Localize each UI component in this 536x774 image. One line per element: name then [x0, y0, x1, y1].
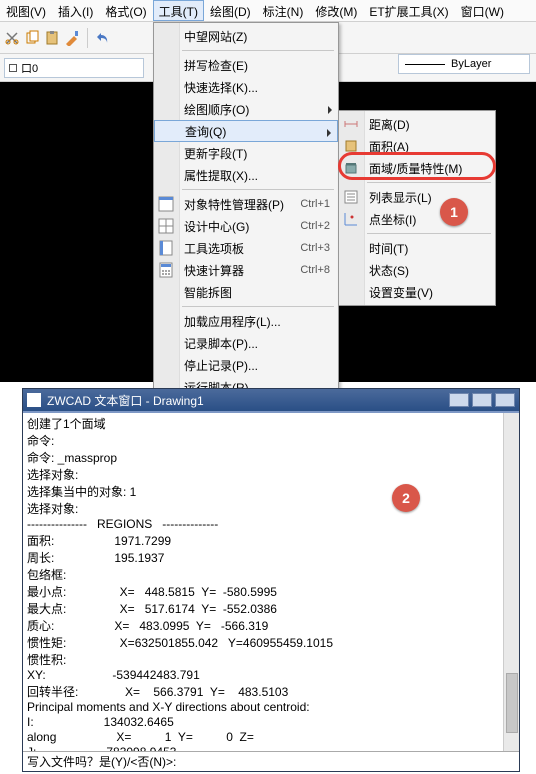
- menu-view[interactable]: 视图(V): [0, 0, 52, 21]
- paste-icon[interactable]: [44, 30, 60, 46]
- toolbar-help: ?: [350, 28, 356, 42]
- menu-dim[interactable]: 标注(N): [257, 0, 310, 21]
- output-line: 惯性矩: X=632501855.042 Y=460955459.1015: [27, 636, 333, 650]
- menu-tools[interactable]: 工具(T): [153, 0, 204, 21]
- design-center-icon: [158, 218, 174, 234]
- menu-draworder[interactable]: 绘图顺序(O): [154, 98, 338, 120]
- text-window-body[interactable]: 创建了1个面域 命令: 命令: _massprop 选择对象: 选择集当中的对象…: [23, 411, 519, 751]
- cut-icon[interactable]: [4, 30, 20, 46]
- callout-bullet-1: 1: [440, 198, 468, 226]
- menu-more[interactable]: [510, 0, 522, 21]
- minimize-button[interactable]: [449, 393, 469, 407]
- tools-dropdown: 中望网站(Z) 拼写检查(E) 快速选择(K)... 绘图顺序(O) 查询(Q)…: [153, 22, 339, 401]
- area-icon: [343, 138, 359, 154]
- menu-setvar[interactable]: 设置变量(V): [339, 281, 495, 303]
- matchprop-icon[interactable]: [64, 30, 80, 46]
- menu-modify[interactable]: 修改(M): [309, 0, 363, 21]
- menu-massprop[interactable]: 面域/质量特性(M): [339, 157, 495, 179]
- maximize-button[interactable]: [472, 393, 492, 407]
- massprop-icon: [343, 160, 359, 176]
- layer-combo[interactable]: 口0: [4, 58, 144, 78]
- menu-window[interactable]: 窗口(W): [455, 0, 510, 21]
- menu-record-script[interactable]: 记录脚本(P)...: [154, 332, 338, 354]
- menu-status[interactable]: 状态(S): [339, 259, 495, 281]
- scrollbar-vertical[interactable]: [503, 413, 519, 751]
- menu-stop-record[interactable]: 停止记录(P)...: [154, 354, 338, 376]
- menu-properties[interactable]: 对象特性管理器(P)Ctrl+1: [154, 193, 338, 215]
- output-line: Principal moments and X-Y directions abo…: [27, 700, 310, 714]
- output-line: J: 783098.9453: [27, 745, 176, 751]
- linetype-preview: [405, 64, 445, 65]
- chevron-right-icon: [327, 129, 331, 137]
- menu-design-center[interactable]: 设计中心(G)Ctrl+2: [154, 215, 338, 237]
- menu-format[interactable]: 格式(O): [99, 0, 152, 21]
- menu-attr-extract[interactable]: 属性提取(X)...: [154, 164, 338, 186]
- text-window-title: ZWCAD 文本窗口 - Drawing1: [47, 392, 204, 409]
- calc-icon: [158, 262, 174, 278]
- linetype-combo[interactable]: ByLayer: [398, 54, 530, 74]
- menu-inquiry[interactable]: 查询(Q): [154, 120, 338, 142]
- menu-etext[interactable]: ET扩展工具(X): [363, 0, 454, 21]
- menu-quickselect[interactable]: 快速选择(K)...: [154, 76, 338, 98]
- output-line: 面积: 1971.7299: [27, 534, 171, 548]
- undo-icon[interactable]: [95, 30, 111, 46]
- close-button[interactable]: [495, 393, 515, 407]
- output-line: --------------- REGIONS --------------: [27, 517, 218, 531]
- list-icon: [343, 189, 359, 205]
- copy-icon[interactable]: [24, 30, 40, 46]
- point-id-icon: [343, 211, 359, 227]
- menu-zw-website[interactable]: 中望网站(Z): [154, 25, 338, 47]
- menu-id-point[interactable]: 点坐标(I): [339, 208, 495, 230]
- output-line: 惯性积:: [27, 653, 66, 667]
- output-line: 周长: 195.1937: [27, 551, 164, 565]
- menu-distance[interactable]: 距离(D): [339, 113, 495, 135]
- text-window: ZWCAD 文本窗口 - Drawing1 创建了1个面域 命令: 命令: _m…: [22, 388, 520, 772]
- layer-name: 口0: [21, 60, 38, 76]
- menu-draw[interactable]: 绘图(D): [204, 0, 257, 21]
- distance-icon: [343, 116, 359, 132]
- menu-update-field[interactable]: 更新字段(T): [154, 142, 338, 164]
- output-line: 选择对象:: [27, 468, 78, 482]
- output-line: 创建了1个面域: [27, 417, 106, 431]
- chevron-right-icon: [328, 106, 332, 114]
- command-line[interactable]: 写入文件吗？是(Y)/<否(N)>:: [23, 751, 519, 771]
- menu-load-app[interactable]: 加载应用程序(L)...: [154, 310, 338, 332]
- menu-spellcheck[interactable]: 拼写检查(E): [154, 54, 338, 76]
- menu-time[interactable]: 时间(T): [339, 237, 495, 259]
- output-line: 选择对象:: [27, 502, 78, 516]
- props-icon: [158, 196, 174, 212]
- command-prompt: 写入文件吗？是(Y)/<否(N)>:: [27, 753, 176, 770]
- output-line: 回转半径: X= 566.3791 Y= 483.5103: [27, 685, 288, 699]
- output-line: 命令: _massprop: [27, 451, 117, 465]
- output-line: I: 134032.6465: [27, 715, 174, 729]
- output-line: 包络框:: [27, 568, 66, 582]
- layer-color-swatch: [9, 64, 17, 72]
- menu-smart-split[interactable]: 智能拆图: [154, 281, 338, 303]
- menu-list[interactable]: 列表显示(L): [339, 186, 495, 208]
- menu-area[interactable]: 面积(A): [339, 135, 495, 157]
- output-line: 最大点: X= 517.6174 Y= -552.0386: [27, 602, 277, 616]
- text-window-titlebar[interactable]: ZWCAD 文本窗口 - Drawing1: [23, 389, 519, 411]
- output-line: 最小点: X= 448.5815 Y= -580.5995: [27, 585, 277, 599]
- output-line: 质心: X= 483.0995 Y= -566.319: [27, 619, 268, 633]
- output-line: XY: -539442483.791: [27, 668, 200, 682]
- palette-icon: [158, 240, 174, 256]
- callout-bullet-2: 2: [392, 484, 420, 512]
- menu-quickcalc[interactable]: 快速计算器Ctrl+8: [154, 259, 338, 281]
- scrollbar-thumb[interactable]: [506, 673, 518, 733]
- linetype-label: ByLayer: [451, 58, 491, 70]
- menu-tool-palette[interactable]: 工具选项板Ctrl+3: [154, 237, 338, 259]
- output-line: 选择集当中的对象: 1: [27, 485, 136, 499]
- output-line: 命令:: [27, 434, 54, 448]
- inquiry-submenu: 距离(D) 面积(A) 面域/质量特性(M) 列表显示(L) 点坐标(I) 时间…: [338, 110, 496, 306]
- menu-bar: 视图(V) 插入(I) 格式(O) 工具(T) 绘图(D) 标注(N) 修改(M…: [0, 0, 536, 22]
- menu-insert[interactable]: 插入(I): [52, 0, 99, 21]
- output-line: along X= 1 Y= 0 Z=: [27, 730, 254, 744]
- app-icon: [27, 393, 41, 407]
